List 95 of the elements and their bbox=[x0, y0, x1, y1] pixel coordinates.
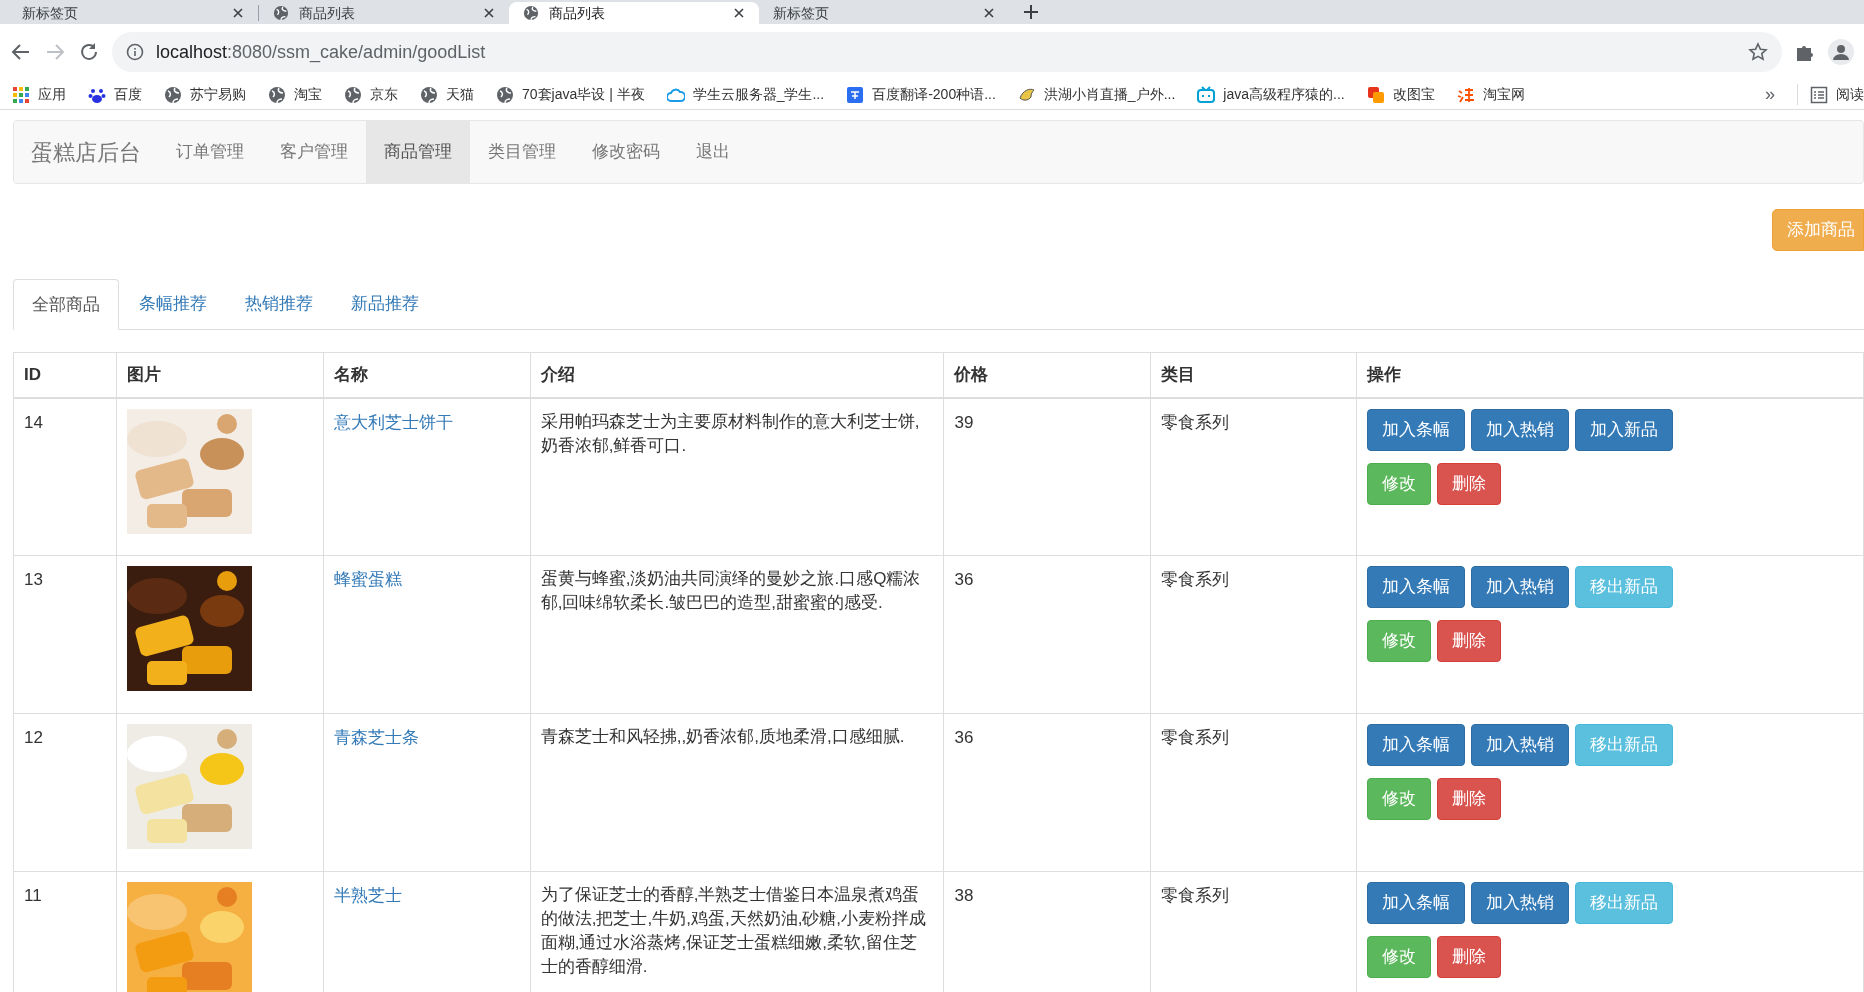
action-button[interactable]: 修改 bbox=[1367, 620, 1432, 662]
action-button[interactable]: 修改 bbox=[1367, 936, 1432, 978]
browser-tab[interactable]: 商品列表 bbox=[509, 2, 759, 24]
list-icon bbox=[1810, 85, 1828, 104]
globe-icon bbox=[420, 85, 438, 104]
action-button[interactable]: 加入条幅 bbox=[1367, 408, 1466, 451]
content-tab[interactable]: 新品推荐 bbox=[333, 278, 437, 329]
bookmark[interactable]: 百度翻译-200种语... bbox=[846, 84, 996, 105]
profile-icon[interactable] bbox=[1828, 39, 1854, 65]
bookmark[interactable]: 京东 bbox=[344, 84, 398, 105]
table-cell: 39 bbox=[943, 397, 1151, 556]
globe-icon bbox=[268, 85, 286, 104]
reload-icon[interactable] bbox=[78, 41, 100, 63]
shop-icon bbox=[1456, 85, 1475, 104]
bookmark[interactable]: 洪湖小肖直播_户外... bbox=[1017, 84, 1176, 105]
table-cell: 采用帕玛森芝士为主要原材料制作的意大利芝士饼,奶香浓郁,鲜香可口. bbox=[530, 397, 944, 556]
table-cell: 11 bbox=[13, 871, 117, 992]
product-link[interactable]: 意大利芝士饼干 bbox=[333, 412, 453, 432]
nav-link[interactable]: 订单管理 bbox=[158, 121, 262, 183]
nav-link[interactable]: 客户管理 bbox=[262, 121, 366, 183]
bookmark[interactable]: 苏宁易购 bbox=[164, 84, 246, 105]
action-button[interactable]: 加入热销 bbox=[1471, 566, 1570, 608]
table-cell: 零食系列 bbox=[1150, 555, 1357, 714]
content-tab[interactable]: 热销推荐 bbox=[227, 278, 331, 329]
brand-title[interactable]: 蛋糕店后台 bbox=[14, 121, 158, 183]
column-header: 介绍 bbox=[530, 352, 944, 398]
bookmark[interactable]: 百度 bbox=[88, 84, 142, 105]
action-button[interactable]: 加入条幅 bbox=[1367, 882, 1466, 924]
table-cell: 青森芝士和风轻拂,,奶香浓郁,质地柔滑,口感细腻. bbox=[530, 713, 944, 872]
bookmark[interactable]: 70套java毕设 | 半夜 bbox=[496, 84, 645, 105]
table-cell: 36 bbox=[943, 555, 1151, 714]
table-cell: 36 bbox=[943, 713, 1151, 872]
globe-icon bbox=[164, 85, 182, 104]
squares-icon bbox=[1366, 85, 1385, 104]
tv-icon bbox=[1197, 85, 1216, 104]
table-cell: 蛋黄与蜂蜜,淡奶油共同演绎的曼妙之旅.口感Q糯浓郁,回味绵软柔长.皱巴巴的造型,甜蜜蜜的感受. bbox=[530, 555, 944, 714]
product-link[interactable]: 青森芝士条 bbox=[333, 728, 419, 747]
globe-icon bbox=[523, 5, 539, 21]
column-header: 类目 bbox=[1150, 352, 1357, 398]
bookmark[interactable]: 学生云服务器_学生... bbox=[666, 84, 825, 105]
action-button[interactable]: 加入条幅 bbox=[1367, 724, 1466, 766]
more-bookmarks-button[interactable]: » bbox=[1765, 81, 1775, 108]
table-cell: 13 bbox=[13, 555, 117, 714]
reading-list-button[interactable]: 阅读 bbox=[1797, 84, 1864, 105]
address-bar[interactable]: localhost:8080/ssm_cake/admin/goodList bbox=[112, 32, 1782, 72]
content-tab[interactable]: 条幅推荐 bbox=[121, 278, 225, 329]
nav-link[interactable]: 修改密码 bbox=[574, 121, 678, 183]
bookmark[interactable]: 淘宝网 bbox=[1456, 84, 1525, 105]
bookmark[interactable]: java高级程序猿的... bbox=[1197, 84, 1345, 105]
browser-tab[interactable]: 新标签页 bbox=[8, 2, 258, 24]
action-button[interactable]: 删除 bbox=[1437, 936, 1502, 978]
column-header: 图片 bbox=[116, 352, 324, 398]
bookmark[interactable]: 淘宝 bbox=[268, 84, 322, 105]
action-button[interactable]: 删除 bbox=[1437, 778, 1502, 820]
close-icon[interactable] bbox=[733, 7, 745, 19]
star-icon[interactable] bbox=[1748, 42, 1768, 62]
globe-icon bbox=[273, 5, 289, 21]
content-tab[interactable]: 全部商品 bbox=[13, 279, 119, 330]
column-header: ID bbox=[13, 352, 117, 398]
action-button[interactable]: 修改 bbox=[1367, 462, 1432, 505]
translate-icon bbox=[846, 85, 865, 104]
info-icon bbox=[126, 43, 144, 61]
column-header: 名称 bbox=[323, 352, 531, 398]
action-button[interactable]: 删除 bbox=[1437, 462, 1502, 505]
bookmark[interactable]: 应用 bbox=[12, 84, 66, 105]
close-icon[interactable] bbox=[483, 7, 495, 19]
bookmark[interactable]: 天猫 bbox=[420, 84, 474, 105]
url-text: localhost:8080/ssm_cake/admin/goodList bbox=[156, 40, 487, 65]
action-button[interactable]: 加入热销 bbox=[1471, 408, 1570, 451]
globe-icon bbox=[344, 85, 362, 104]
nav-link[interactable]: 退出 bbox=[678, 121, 748, 183]
action-button[interactable]: 加入热销 bbox=[1471, 882, 1570, 924]
column-header: 价格 bbox=[943, 352, 1151, 398]
table-cell: 14 bbox=[13, 397, 117, 556]
new-tab-icon[interactable] bbox=[1023, 4, 1039, 20]
nav-link[interactable]: 类目管理 bbox=[470, 121, 574, 183]
close-icon[interactable] bbox=[983, 7, 995, 19]
action-button[interactable]: 删除 bbox=[1437, 620, 1502, 662]
product-link[interactable]: 蜂蜜蛋糕 bbox=[333, 570, 402, 589]
action-button[interactable]: 加入条幅 bbox=[1367, 566, 1466, 608]
column-header: 操作 bbox=[1356, 352, 1864, 398]
table-cell: 12 bbox=[13, 713, 117, 872]
globe-icon bbox=[496, 85, 514, 104]
browser-tab[interactable]: 新标签页 bbox=[759, 2, 1009, 24]
nav-link[interactable]: 商品管理 bbox=[366, 121, 470, 183]
table-cell: 零食系列 bbox=[1150, 713, 1357, 872]
close-icon[interactable] bbox=[232, 7, 244, 19]
action-button[interactable]: 加入新品 bbox=[1575, 408, 1674, 451]
browser-tab[interactable]: 商品列表 bbox=[259, 2, 509, 24]
action-button[interactable]: 修改 bbox=[1367, 778, 1432, 820]
bookmark[interactable]: 改图宝 bbox=[1366, 84, 1435, 105]
product-link[interactable]: 半熟芝士 bbox=[333, 886, 402, 905]
action-button[interactable]: 加入热销 bbox=[1471, 724, 1570, 766]
apps-icon bbox=[12, 85, 30, 104]
table-cell: 零食系列 bbox=[1150, 397, 1357, 556]
